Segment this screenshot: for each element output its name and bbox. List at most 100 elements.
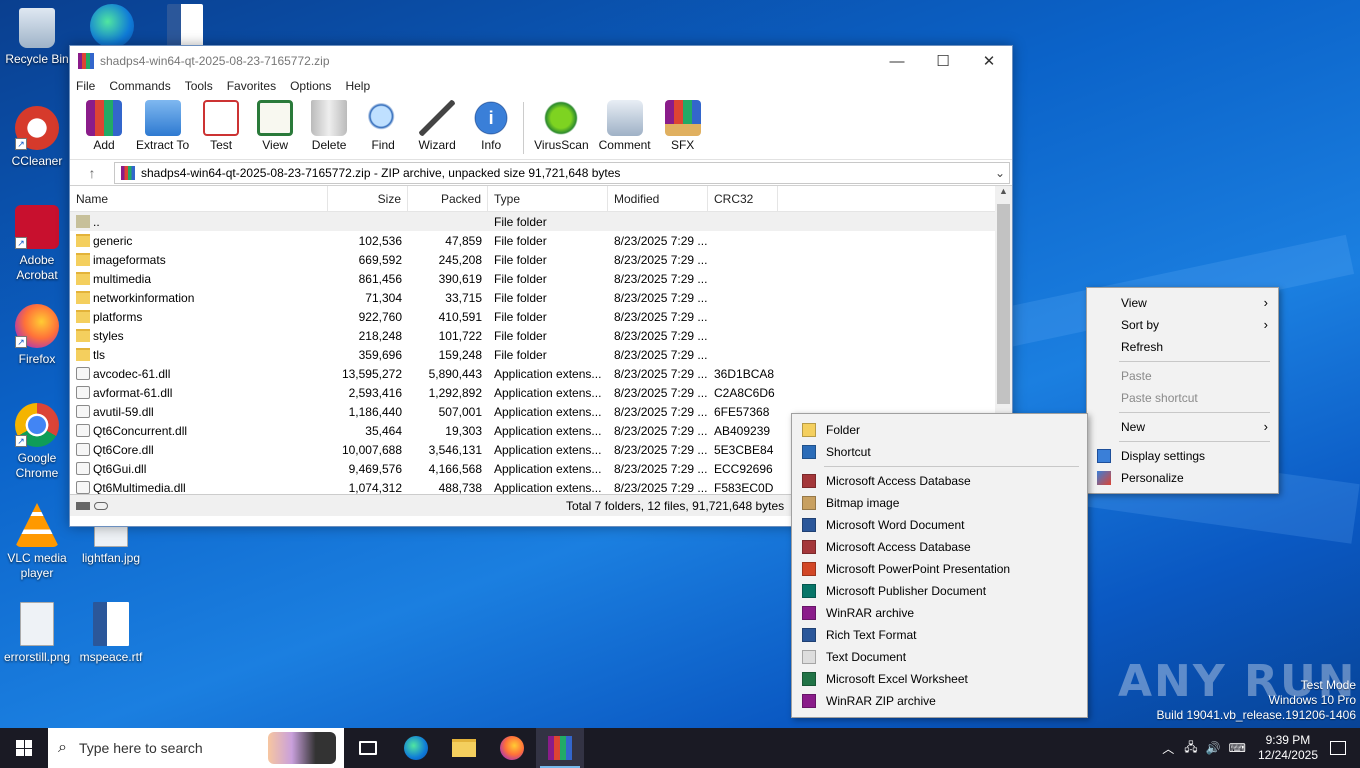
new-menu-item[interactable]: Shortcut xyxy=(792,441,1087,463)
new-menu-item[interactable]: Microsoft PowerPoint Presentation xyxy=(792,558,1087,580)
new-menu-item[interactable]: WinRAR ZIP archive xyxy=(792,690,1087,712)
desktop-icon-label: Google Chrome xyxy=(15,451,59,480)
comment-button[interactable]: Comment xyxy=(599,100,651,152)
menu-item-new[interactable]: New › xyxy=(1087,416,1278,438)
start-button[interactable] xyxy=(0,728,48,768)
add-button[interactable]: Add xyxy=(82,100,126,152)
menu-item-refresh[interactable]: Refresh xyxy=(1087,336,1278,358)
desktop-icon-ccleaner[interactable]: ↗ CCleaner xyxy=(0,106,74,169)
scroll-up-arrow-icon[interactable]: ▲ xyxy=(995,186,1012,196)
file-packed-cell: 5,890,443 xyxy=(428,366,482,381)
menu-item-display-settings[interactable]: Display settings xyxy=(1087,445,1278,467)
taskbar-search-box[interactable]: ⌕ Type here to search xyxy=(48,728,344,768)
menu-help[interactable]: Help xyxy=(345,79,370,93)
chevron-down-icon[interactable]: ⌄ xyxy=(995,166,1005,180)
new-menu-item[interactable]: WinRAR archive xyxy=(792,602,1087,624)
taskbar-firefox[interactable] xyxy=(488,728,536,768)
column-header-name[interactable]: Name xyxy=(70,186,328,212)
column-header-packed[interactable]: Packed xyxy=(408,186,488,212)
file-row[interactable]: multimedia 861,456 390,619 File folder 8/23/… xyxy=(70,269,1012,288)
view-button[interactable]: View xyxy=(253,100,297,152)
new-menu-item[interactable]: Microsoft Access Database xyxy=(792,536,1087,558)
minimize-button[interactable]: — xyxy=(874,46,920,76)
new-menu-item[interactable]: Bitmap image xyxy=(792,492,1087,514)
taskbar-winrar[interactable] xyxy=(536,728,584,768)
drive-icon[interactable] xyxy=(76,501,90,510)
file-row[interactable]: styles 218,248 101,722 File folder 8/23/2025… xyxy=(70,326,1012,345)
menu-commands[interactable]: Commands xyxy=(109,79,170,93)
file-modified-cell: 8/23/2025 7:29 ... xyxy=(614,366,708,381)
desktop-icon-mspeace[interactable]: mspeace.rtf xyxy=(74,602,148,665)
new-menu-item[interactable]: Text Document xyxy=(792,646,1087,668)
menu-item-view[interactable]: View › xyxy=(1087,292,1278,314)
dll-file-icon xyxy=(76,367,90,380)
sfx-button[interactable]: SFX xyxy=(661,100,705,152)
new-menu-item[interactable]: Microsoft Publisher Document xyxy=(792,580,1087,602)
new-menu-item[interactable]: Microsoft Excel Worksheet xyxy=(792,668,1087,690)
up-arrow-icon[interactable]: ↑ xyxy=(70,165,114,181)
desktop-icon-adobe-acrobat[interactable]: ↗ Adobe Acrobat xyxy=(0,205,74,283)
show-hidden-icons-chevron-icon[interactable]: ︿ xyxy=(1162,740,1174,757)
file-row[interactable]: .. File folder xyxy=(70,212,1012,231)
extract-folder-icon xyxy=(144,100,181,136)
delete-button[interactable]: Delete xyxy=(307,100,351,152)
find-button[interactable]: Find xyxy=(361,100,405,152)
info-button[interactable]: i Info xyxy=(469,100,513,152)
task-view-button[interactable] xyxy=(344,728,392,768)
file-row[interactable]: generic 102,536 47,859 File folder 8/23/2025… xyxy=(70,231,1012,250)
scrollbar-thumb[interactable] xyxy=(997,204,1010,404)
column-header-type[interactable]: Type xyxy=(488,186,608,212)
file-row[interactable]: avcodec-61.dll 13,595,272 5,890,443 Applica… xyxy=(70,364,1012,383)
menu-item-sort-by[interactable]: Sort by › xyxy=(1087,314,1278,336)
file-modified-cell: 8/23/2025 7:29 ... xyxy=(614,461,708,476)
new-menu-item[interactable]: Microsoft Word Document xyxy=(792,514,1087,536)
dll-file-icon xyxy=(76,424,90,437)
keyboard-icon[interactable]: ⌨ xyxy=(1229,741,1246,755)
virus-scan-icon xyxy=(543,100,580,136)
new-menu-item[interactable]: Rich Text Format xyxy=(792,624,1087,646)
desktop-icon-vlc[interactable]: VLC media player xyxy=(0,503,74,581)
menu-favorites[interactable]: Favorites xyxy=(227,79,276,93)
menu-tools[interactable]: Tools xyxy=(185,79,213,93)
file-row[interactable]: networkinformation 71,304 33,715 File folde… xyxy=(70,288,1012,307)
dll-file-icon xyxy=(76,405,90,418)
notifications-icon[interactable] xyxy=(1330,741,1346,755)
menu-file[interactable]: File xyxy=(76,79,95,93)
column-header-crc32[interactable]: CRC32 xyxy=(708,186,778,212)
taskbar-file-explorer[interactable] xyxy=(440,728,488,768)
desktop-icon-label: Firefox xyxy=(18,352,56,366)
file-row[interactable]: platforms 922,760 410,591 File folder 8/23/2… xyxy=(70,307,1012,326)
file-packed-cell: 507,001 xyxy=(438,404,482,419)
file-type-cell: Application extens... xyxy=(494,480,602,495)
menu-options[interactable]: Options xyxy=(290,79,331,93)
taskbar-edge[interactable] xyxy=(392,728,440,768)
menu-item-personalize[interactable]: Personalize xyxy=(1087,467,1278,489)
new-menu-item[interactable]: Folder xyxy=(792,419,1087,441)
maximize-button[interactable]: ☐ xyxy=(920,46,966,76)
close-button[interactable]: ✕ xyxy=(966,46,1012,76)
menu-item-paste: Paste xyxy=(1121,369,1152,383)
desktop-icon-firefox[interactable]: ↗ Firefox xyxy=(0,304,74,367)
file-row[interactable]: imageformats 669,592 245,208 File folder 8/2… xyxy=(70,250,1012,269)
folder-icon xyxy=(76,253,90,266)
desktop-icon-errorstill[interactable]: errorstill.png xyxy=(0,602,74,665)
menu-separator xyxy=(1119,412,1270,413)
toolbar-separator xyxy=(523,102,525,154)
extract-to-button[interactable]: Extract To xyxy=(136,100,189,152)
title-bar[interactable]: shadps4-win64-qt-2025-08-23-7165772.zip … xyxy=(70,46,1012,76)
column-header-size[interactable]: Size xyxy=(328,186,408,212)
address-field[interactable]: shadps4-win64-qt-2025-08-23-7165772.zip … xyxy=(114,161,1010,184)
network-icon[interactable]: 🖧 xyxy=(1184,738,1197,759)
test-button[interactable]: Test xyxy=(199,100,243,152)
column-header-modified[interactable]: Modified xyxy=(608,186,708,212)
file-row[interactable]: avformat-61.dll 2,593,416 1,292,892 Applica… xyxy=(70,383,1012,402)
file-row[interactable]: tls 359,696 159,248 File folder 8/23/2025 7:… xyxy=(70,345,1012,364)
desktop-icon-google-chrome[interactable]: ↗ Google Chrome xyxy=(0,403,74,481)
desktop-icon-recycle-bin[interactable]: Recycle Bin xyxy=(0,8,74,67)
volume-icon[interactable]: 🔊 xyxy=(1206,741,1221,755)
new-menu-item[interactable]: Microsoft Access Database xyxy=(792,470,1087,492)
virusscan-button[interactable]: VirusScan xyxy=(534,100,589,152)
key-icon[interactable] xyxy=(94,501,108,510)
wizard-button[interactable]: Wizard xyxy=(415,100,459,152)
clock[interactable]: 9:39 PM 12/24/2025 xyxy=(1258,733,1318,763)
